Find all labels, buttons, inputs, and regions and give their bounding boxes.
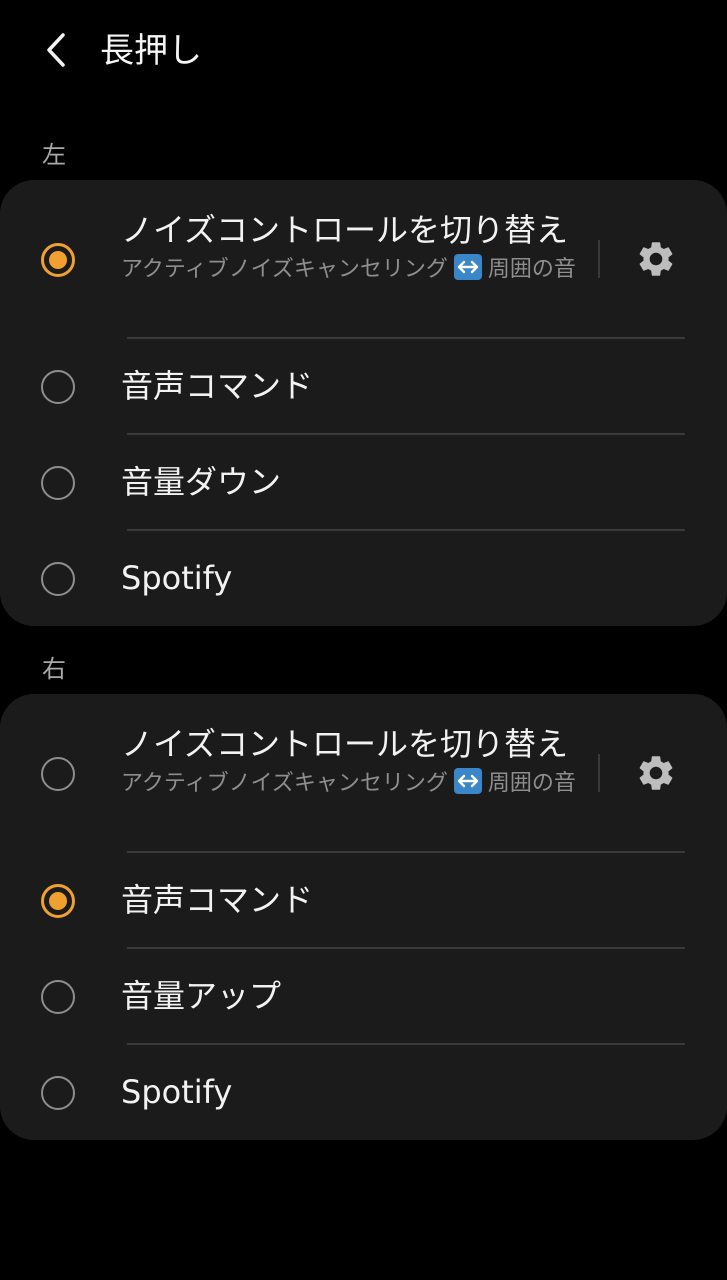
left-options-card: ノイズコントロールを切り替え アクティブノイズキャンセリング 周囲の音 音声コマン…: [0, 180, 727, 626]
app-header: 長押し: [0, 0, 727, 110]
subtitle-text: アクティブノイズキャンセリング: [121, 771, 448, 796]
vertical-divider: [598, 754, 600, 792]
option-subtitle: アクティブノイズキャンセリング 周囲の音: [121, 768, 591, 798]
settings-button[interactable]: [630, 747, 682, 799]
option-volume-down-left[interactable]: 音量ダウン: [0, 435, 727, 529]
option-spotify-right[interactable]: Spotify: [0, 1045, 727, 1140]
left-right-arrow-icon: [453, 254, 482, 280]
option-title: 音量ダウン: [121, 463, 282, 501]
option-subtitle: アクティブノイズキャンセリング 周囲の音: [121, 254, 591, 284]
radio-button[interactable]: [41, 757, 75, 791]
right-options-card: ノイズコントロールを切り替え アクティブノイズキャンセリング 周囲の音 音声コマン…: [0, 694, 727, 1140]
radio-button[interactable]: [41, 884, 75, 918]
option-noise-control-right[interactable]: ノイズコントロールを切り替え アクティブノイズキャンセリング 周囲の音: [0, 694, 727, 852]
gear-icon: [639, 242, 673, 276]
option-title: 音量アップ: [121, 977, 282, 1015]
option-title: 音声コマンド: [121, 367, 314, 405]
back-button[interactable]: [30, 24, 82, 76]
radio-button[interactable]: [41, 243, 75, 277]
radio-button[interactable]: [41, 980, 75, 1014]
option-title: Spotify: [121, 559, 233, 597]
left-right-arrow-icon: [453, 768, 482, 794]
option-spotify-left[interactable]: Spotify: [0, 531, 727, 626]
vertical-divider: [598, 240, 600, 278]
option-noise-control-left[interactable]: ノイズコントロールを切り替え アクティブノイズキャンセリング 周囲の音: [0, 180, 727, 338]
chevron-left-icon: [47, 33, 65, 67]
subtitle-text: 周囲の音: [487, 257, 576, 282]
section-label-left: 左: [42, 141, 66, 169]
subtitle-text: アクティブノイズキャンセリング: [121, 257, 448, 282]
option-title: Spotify: [121, 1073, 233, 1111]
option-title: ノイズコントロールを切り替え: [121, 725, 569, 763]
option-title: ノイズコントロールを切り替え: [121, 211, 569, 249]
section-label-right: 右: [42, 655, 66, 683]
radio-button[interactable]: [41, 466, 75, 500]
radio-button[interactable]: [41, 1076, 75, 1110]
radio-button[interactable]: [41, 562, 75, 596]
option-title: 音声コマンド: [121, 881, 314, 919]
option-voice-command-left[interactable]: 音声コマンド: [0, 339, 727, 433]
option-voice-command-right[interactable]: 音声コマンド: [0, 853, 727, 947]
radio-button[interactable]: [41, 370, 75, 404]
settings-button[interactable]: [630, 233, 682, 285]
page-title: 長押し: [100, 31, 202, 71]
subtitle-text: 周囲の音: [487, 771, 576, 796]
gear-icon: [639, 756, 673, 790]
option-volume-up-right[interactable]: 音量アップ: [0, 949, 727, 1043]
